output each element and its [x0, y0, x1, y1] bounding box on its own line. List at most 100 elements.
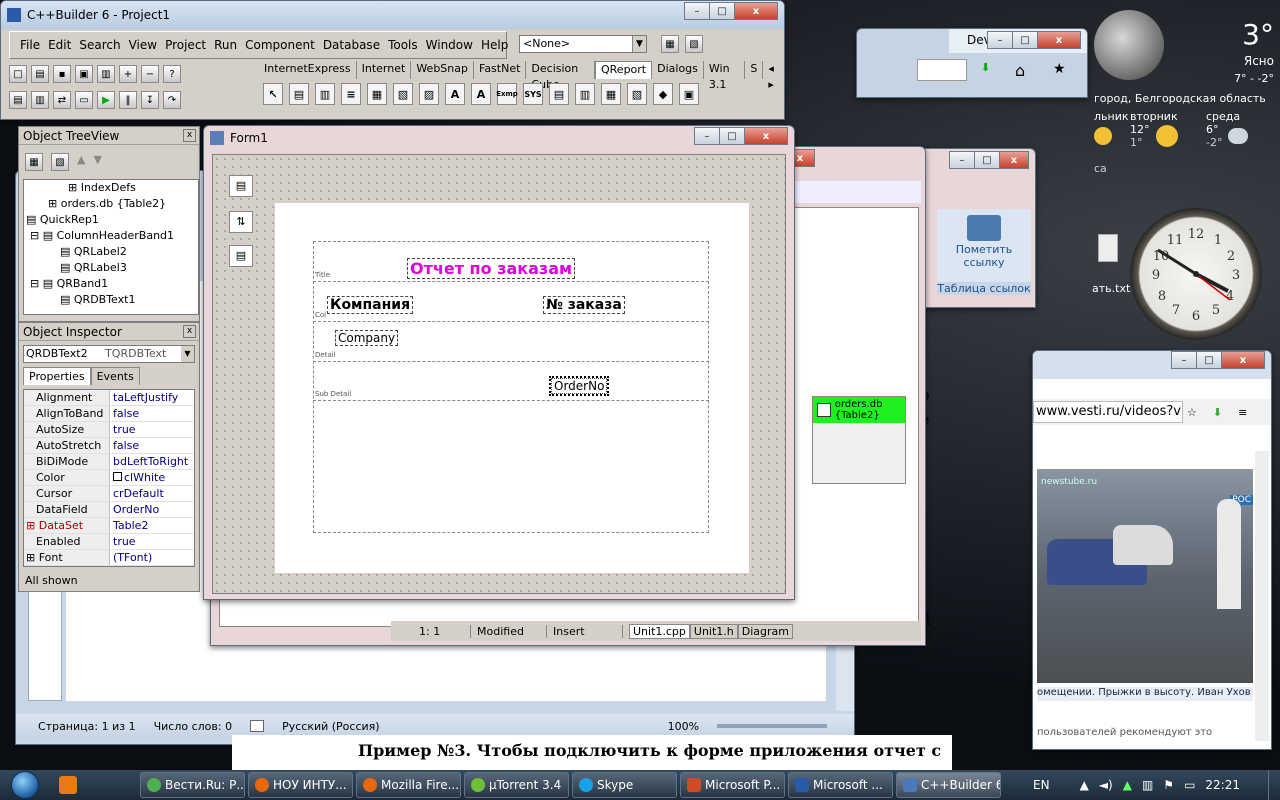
- tree-item[interactable]: ▤ QRLabel2: [24, 244, 198, 260]
- palette-tab[interactable]: S: [745, 61, 764, 79]
- palette-tab[interactable]: InternetExpress: [259, 61, 357, 79]
- close-button[interactable]: x: [999, 151, 1029, 169]
- bookmark-icon[interactable]: ★: [1053, 61, 1066, 77]
- menu-tools[interactable]: Tools: [388, 38, 418, 52]
- maximize-button[interactable]: □: [1196, 351, 1222, 369]
- menu-file[interactable]: File: [20, 38, 40, 52]
- maximize-button[interactable]: □: [709, 2, 735, 20]
- form1-window[interactable]: Form1 – □ x ▤ ⇅ ▤ Title Отчет по заказам…: [203, 125, 795, 600]
- dbtext-orderno-selected[interactable]: OrderNo: [548, 376, 610, 396]
- desktop-file[interactable]: ать.txt: [1092, 234, 1132, 298]
- address-field[interactable]: [917, 59, 967, 81]
- menu-view[interactable]: View: [129, 38, 157, 52]
- menu-run[interactable]: Run: [214, 38, 237, 52]
- taskbar-item-cbuilder[interactable]: C++Builder 6: [896, 772, 1001, 798]
- property-grid[interactable]: Alignment taLeftJustify AlignToBand false …: [23, 389, 195, 567]
- home-icon[interactable]: ⌂: [1015, 61, 1025, 80]
- quickrep-component-icon[interactable]: ▤: [229, 175, 253, 197]
- tray-expand-icon[interactable]: ▲: [1080, 778, 1089, 792]
- open-icon[interactable]: ▤: [31, 65, 49, 83]
- property-row[interactable]: AlignToBand false: [24, 406, 194, 422]
- taskbar-item-word[interactable]: Microsoft ...: [788, 772, 893, 798]
- url-bar[interactable]: www.vesti.ru/videos?v: [1033, 401, 1183, 423]
- tree-item[interactable]: ⊞ IndexDefs: [24, 180, 198, 196]
- object-treeview[interactable]: Object TreeView x ▦ ▧ ▲ ▼ ⊞ IndexDefs ⊞ o…: [18, 126, 200, 322]
- tree-item[interactable]: ⊞ orders.db {Table2}: [24, 196, 198, 212]
- minimize-button[interactable]: –: [1171, 351, 1197, 369]
- palette-scroll-icon[interactable]: ◂ ▸: [763, 61, 784, 91]
- maximize-button[interactable]: □: [719, 127, 745, 145]
- clock-time[interactable]: 22:21: [1205, 778, 1240, 792]
- maximize-button[interactable]: □: [1012, 31, 1038, 49]
- datasource-component-icon[interactable]: ⇅: [229, 211, 253, 233]
- qrdbrichtext-icon[interactable]: ▧: [627, 83, 647, 105]
- tab-properties[interactable]: Properties: [23, 367, 91, 385]
- taskbar-item-skype[interactable]: Skype: [572, 772, 677, 798]
- property-row[interactable]: ⊞ DataSet Table2: [24, 518, 194, 534]
- palette-tab[interactable]: FastNet: [474, 61, 527, 79]
- close-button[interactable]: x: [734, 2, 778, 20]
- qrmemo-icon[interactable]: ▤: [549, 83, 569, 105]
- menu-component[interactable]: Component: [245, 38, 315, 52]
- qrband-icon[interactable]: ▦: [367, 83, 387, 105]
- edit-item-icon[interactable]: ▧: [51, 153, 69, 171]
- save-icon[interactable]: ▪: [53, 65, 71, 83]
- flag-icon[interactable]: ⚑: [1163, 778, 1174, 792]
- chrome-window[interactable]: – □ x www.vesti.ru/videos?v ☆ ⬇ ≡ newstu…: [1032, 350, 1272, 750]
- band-subdetail[interactable]: Sub Detail OrderNo: [313, 361, 709, 401]
- property-row[interactable]: Enabled true: [24, 534, 194, 550]
- palette-tab-qreport[interactable]: QReport: [595, 61, 653, 79]
- run-icon[interactable]: ▶: [97, 91, 115, 109]
- tree-item[interactable]: ▤ QRLabel3: [24, 260, 198, 276]
- new-icon[interactable]: □: [9, 65, 27, 83]
- volume-icon[interactable]: ◄): [1099, 778, 1113, 792]
- table-component-icon[interactable]: ▤: [229, 245, 253, 267]
- palette-tab[interactable]: Win 3.1: [704, 61, 746, 91]
- download-icon[interactable]: ⬇: [981, 61, 999, 79]
- menu-window[interactable]: Window: [426, 38, 473, 52]
- view-unit-icon[interactable]: ▤: [9, 91, 27, 109]
- tree-item[interactable]: ⊟ ▤ QRBand1: [24, 276, 198, 292]
- qrimage-icon[interactable]: ▣: [679, 83, 699, 105]
- minimize-button[interactable]: –: [987, 31, 1013, 49]
- dbtext-company[interactable]: Company: [335, 330, 399, 346]
- close-icon[interactable]: x: [183, 325, 196, 338]
- inspector-object-selector[interactable]: QRDBText2 TQRDBText ▼: [23, 345, 195, 363]
- tab-unit1-h[interactable]: Unit1.h: [689, 623, 738, 639]
- quickrep-icon[interactable]: ▤: [289, 83, 309, 105]
- media-player-icon[interactable]: [50, 772, 86, 798]
- column-label-company[interactable]: Компания: [327, 296, 414, 314]
- new-item-icon[interactable]: ▦: [25, 153, 43, 171]
- close-button[interactable]: x: [744, 127, 788, 145]
- column-label-orderno[interactable]: № заказа: [543, 296, 625, 314]
- pointer-icon[interactable]: ↖: [263, 83, 283, 105]
- taskbar-item-chrome[interactable]: Вести.Ru: Р...: [140, 772, 245, 798]
- band-column-header[interactable]: Col Компания № заказа: [313, 281, 709, 321]
- browser-window-ie[interactable]: Device(IP ⬇ ⌂ ★ – □ x: [856, 28, 1088, 98]
- qrsysdata-icon[interactable]: SYS: [523, 83, 543, 105]
- qrgroup-icon[interactable]: ▨: [419, 83, 439, 105]
- monitor-icon[interactable]: ▭: [1184, 778, 1195, 792]
- menu-database[interactable]: Database: [323, 38, 380, 52]
- add-file-icon[interactable]: +: [119, 65, 137, 83]
- palette-tab[interactable]: WebSnap: [411, 61, 474, 79]
- property-row[interactable]: Alignment taLeftJustify: [24, 390, 194, 406]
- property-row[interactable]: ⊞ Font (TFont): [24, 550, 194, 566]
- editor-nav[interactable]: [791, 181, 921, 203]
- menu-help[interactable]: Help: [481, 38, 508, 52]
- menu-icon[interactable]: ≡: [1238, 406, 1247, 419]
- qrlabel-icon[interactable]: A: [445, 83, 465, 105]
- report-title-label[interactable]: Отчет по заказам: [407, 258, 576, 279]
- maximize-button[interactable]: □: [974, 151, 1000, 169]
- property-row[interactable]: AutoStretch false: [24, 438, 194, 454]
- band-title[interactable]: Title Отчет по заказам: [313, 241, 709, 281]
- start-button[interactable]: [0, 770, 50, 800]
- close-button[interactable]: x: [1221, 351, 1265, 369]
- clock-gadget[interactable]: 12 3 6 9 1245 7 8 10 11: [1130, 208, 1262, 340]
- palette-tab[interactable]: Decision Cube: [526, 61, 595, 91]
- desktop-combo[interactable]: <None> ▼: [519, 35, 647, 53]
- cbuilder-main-window[interactable]: C++Builder 6 - Project1 – □ x File Edit …: [0, 0, 785, 120]
- qrdbtext-icon[interactable]: A: [471, 83, 491, 105]
- zoom-slider[interactable]: [717, 724, 828, 728]
- minimize-button[interactable]: –: [694, 127, 720, 145]
